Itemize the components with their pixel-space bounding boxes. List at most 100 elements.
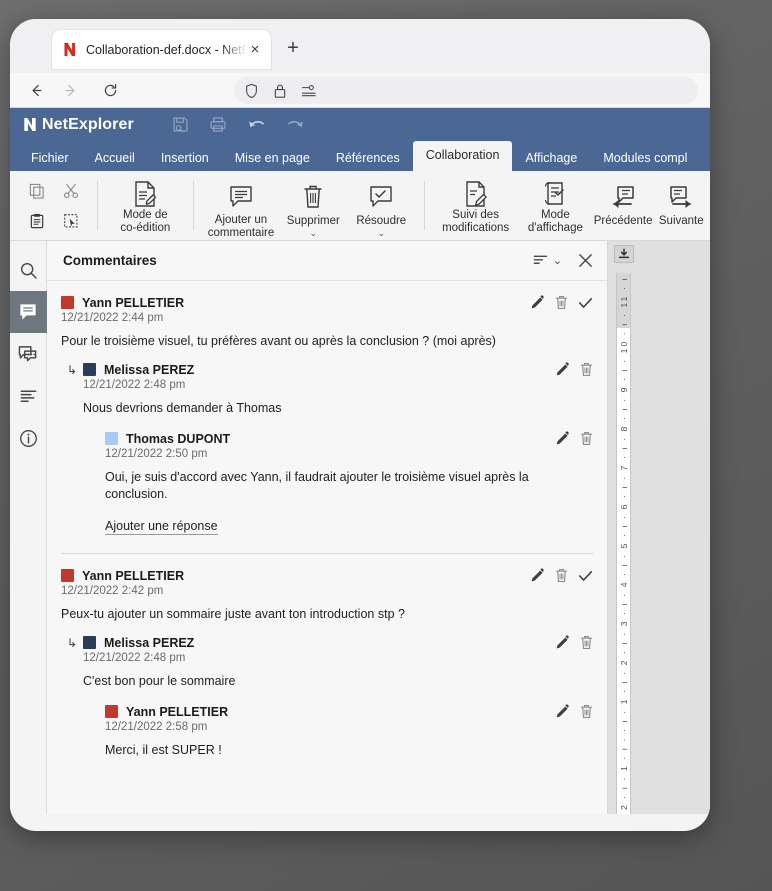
browser-navbar — [10, 73, 710, 108]
comment-author: Melissa PEREZ — [104, 635, 195, 650]
app-brand-label: NetExplorer — [42, 115, 134, 133]
sidebar-item-chat[interactable] — [10, 333, 47, 375]
tab-references[interactable]: Références — [323, 145, 413, 171]
comments-list[interactable]: Yann PELLETIER 12/21/2022 2:44 pm Pour l… — [47, 281, 607, 814]
netexplorer-app: NetExplorer Fichier Accueil Insertion Mi… — [10, 108, 710, 814]
chevron-down-icon[interactable]: ⌄ — [310, 228, 318, 239]
comment-reply[interactable]: Yann PELLETIER 12/21/2022 2:58 pm Merci,… — [105, 704, 593, 759]
edit-icon[interactable] — [555, 431, 570, 446]
workspace: Commentaires ⌄ Yann PELLETIER 12/21/2022… — [10, 241, 710, 814]
delete-comment-button[interactable]: Supprimer ⌄ — [279, 171, 347, 240]
comment-date: 12/21/2022 2:48 pm — [83, 379, 186, 391]
tab-modules-complementaires[interactable]: Modules compl — [590, 145, 700, 171]
display-mode-icon — [542, 180, 568, 208]
tab-accueil[interactable]: Accueil — [82, 145, 148, 171]
comment-author: Melissa PEREZ — [104, 362, 195, 377]
tab-collaboration[interactable]: Collaboration — [412, 141, 513, 171]
comment-text: Pour le troisième visuel, tu préfères av… — [61, 334, 496, 348]
select-icon[interactable] — [63, 213, 79, 229]
resolve-comment-label: Résoudre — [356, 215, 407, 227]
new-tab-button[interactable]: + — [281, 38, 305, 62]
previous-comment-button[interactable]: Précédente — [594, 171, 653, 240]
shield-icon[interactable] — [244, 83, 259, 99]
edit-icon[interactable] — [555, 704, 570, 719]
browser-tabstrip: Collaboration-def.docx - NetExplorer × + — [10, 19, 710, 73]
comment-reply[interactable]: ↳ Melissa PEREZ — [67, 362, 593, 417]
netexplorer-logo-icon — [62, 42, 78, 58]
edit-icon[interactable] — [530, 568, 545, 583]
track-changes-label: Suivi des modifications — [442, 209, 510, 234]
undo-icon[interactable] — [247, 118, 266, 132]
co-editing-mode-button[interactable]: Mode de co-édition ⌄ — [107, 171, 184, 240]
comment-root[interactable]: Yann PELLETIER — [61, 568, 593, 623]
delete-icon[interactable] — [580, 362, 593, 377]
paste-icon[interactable] — [29, 213, 45, 229]
edit-icon[interactable] — [555, 635, 570, 650]
ribbon-divider — [97, 181, 98, 230]
browser-tab[interactable]: Collaboration-def.docx - NetExplorer × — [52, 30, 271, 69]
ribbon-tabs: Fichier Accueil Insertion Mise en page R… — [10, 141, 710, 171]
document-area[interactable]: 2 · ı · 1 · ı · · ı · 1 · ı · 2 · ı · 3 … — [608, 241, 710, 814]
print-icon[interactable] — [209, 116, 227, 133]
copy-icon[interactable] — [29, 183, 45, 199]
edit-icon[interactable] — [555, 362, 570, 377]
co-editing-mode-label: Mode de co-édition — [120, 209, 171, 234]
comment-reply[interactable]: ↳ Melissa PEREZ — [67, 635, 593, 690]
reload-button[interactable] — [96, 77, 124, 103]
trash-icon — [302, 180, 324, 214]
address-bar[interactable] — [234, 77, 698, 104]
next-comment-icon — [668, 180, 694, 214]
add-comment-button[interactable]: Ajouter un commentaire — [203, 171, 280, 240]
delete-icon[interactable] — [580, 431, 593, 446]
chevron-down-icon[interactable]: ⌄ — [553, 254, 562, 267]
ribbon-divider — [424, 181, 426, 230]
tab-stop-icon[interactable] — [614, 245, 634, 263]
edit-icon[interactable] — [530, 295, 545, 310]
display-mode-button[interactable]: Mode d'affichage ⌄ — [517, 171, 594, 240]
resolve-check-icon — [368, 180, 394, 214]
delete-icon[interactable] — [580, 635, 593, 650]
reply-arrow-icon: ↳ — [67, 636, 78, 650]
comment-author: Yann PELLETIER — [82, 568, 185, 583]
sort-icon[interactable] — [533, 254, 548, 268]
resolve-comment-button[interactable]: Résoudre ⌄ — [347, 171, 415, 240]
close-icon[interactable]: × — [247, 42, 263, 58]
save-icon[interactable] — [172, 116, 189, 133]
delete-icon[interactable] — [580, 704, 593, 719]
tab-insertion[interactable]: Insertion — [148, 145, 222, 171]
lock-icon[interactable] — [273, 83, 287, 99]
resolve-icon[interactable] — [578, 296, 593, 310]
close-panel-icon[interactable] — [578, 253, 593, 268]
back-button[interactable] — [22, 77, 50, 103]
forward-button[interactable] — [56, 77, 84, 103]
tab-fichier[interactable]: Fichier — [18, 145, 82, 171]
tracking-settings-icon[interactable] — [301, 84, 317, 98]
comment-author: Thomas DUPONT — [126, 431, 231, 446]
resolve-icon[interactable] — [578, 569, 593, 583]
delete-icon[interactable] — [555, 568, 568, 583]
tab-affichage[interactable]: Affichage — [512, 145, 590, 171]
delete-icon[interactable] — [555, 295, 568, 310]
redo-icon[interactable] — [286, 118, 305, 132]
clipboard-group — [20, 176, 88, 236]
sidebar-item-search[interactable] — [10, 249, 47, 291]
chevron-down-icon[interactable]: ⌄ — [378, 228, 386, 239]
add-reply-link[interactable]: Ajouter une réponse — [105, 519, 218, 535]
avatar — [61, 296, 74, 309]
comment-root[interactable]: Yann PELLETIER — [61, 295, 593, 350]
add-comment-icon — [228, 180, 254, 213]
page-title: Commentaires — [63, 253, 157, 268]
vertical-ruler[interactable]: 2 · ı · 1 · ı · · ı · 1 · ı · 2 · ı · 3 … — [616, 273, 631, 814]
cut-icon[interactable] — [63, 183, 79, 199]
comments-panel-header: Commentaires ⌄ — [47, 241, 607, 281]
comment-text: Merci, il est SUPER ! — [105, 743, 222, 757]
sidebar-item-about[interactable] — [10, 417, 47, 459]
track-changes-button[interactable]: Suivi des modifications ⌄ — [434, 171, 517, 240]
avatar — [83, 363, 96, 376]
next-comment-button[interactable]: Suivante — [653, 171, 710, 240]
comment-reply[interactable]: Thomas DUPONT 12/21/2022 2:50 pm Oui, je… — [105, 431, 593, 503]
reply-arrow-icon: ↳ — [67, 363, 78, 377]
tab-mise-en-page[interactable]: Mise en page — [222, 145, 323, 171]
sidebar-item-headings[interactable] — [10, 375, 47, 417]
sidebar-item-comments[interactable] — [10, 291, 47, 333]
